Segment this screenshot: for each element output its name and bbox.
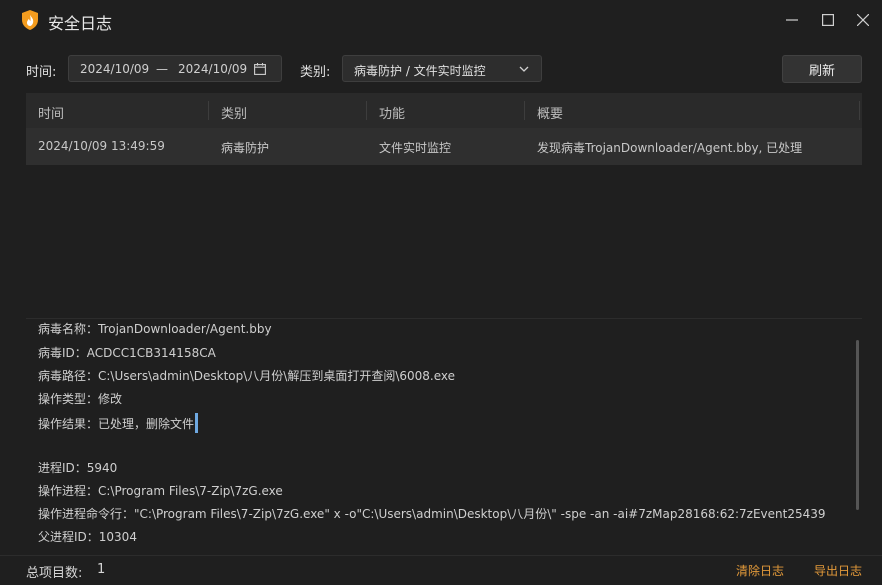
detail-line-text: 操作结果：已处理，删除文件 [38, 417, 195, 431]
log-table: 时间 类别 功能 概要 2024/10/09 13:49:59 病毒防护 文件实… [26, 93, 862, 165]
cell-function: 文件实时监控 [379, 141, 452, 155]
column-divider[interactable] [208, 101, 209, 120]
column-header-time[interactable]: 时间 [38, 103, 64, 122]
date-from[interactable]: 2024/10/09 [80, 62, 149, 76]
close-button[interactable] [849, 8, 877, 32]
total-count: 1 [97, 562, 106, 577]
chevron-down-icon [519, 66, 529, 72]
total-label: 总项目数: [26, 566, 83, 581]
detail-line: 操作进程命令行："C:\Program Files\7-Zip\7zG.exe"… [38, 507, 826, 521]
category-select[interactable]: 病毒防护 / 文件实时监控 [342, 55, 542, 82]
detail-line: 病毒名称：TrojanDownloader/Agent.bby [38, 322, 272, 336]
export-log-link[interactable]: 导出日志 [814, 562, 862, 579]
refresh-button[interactable]: 刷新 [782, 55, 862, 83]
table-row[interactable]: 2024/10/09 13:49:59 病毒防护 文件实时监控 发现病毒Troj… [26, 128, 862, 165]
date-range-picker[interactable]: 2024/10/09 — 2024/10/09 [68, 55, 282, 82]
table-header: 时间 类别 功能 概要 [26, 93, 862, 128]
text-caret [195, 413, 199, 433]
category-label: 类别: [300, 65, 331, 80]
detail-line: 病毒路径：C:\Users\admin\Desktop\八月份\解压到桌面打开查… [38, 369, 456, 383]
footer-bar: 总项目数: 1 清除日志 导出日志 [0, 555, 882, 585]
maximize-button[interactable] [814, 8, 842, 32]
detail-line: 病毒ID：ACDCC1CB314158CA [38, 346, 216, 360]
title-bar: 安全日志 [0, 0, 882, 40]
minimize-icon [786, 19, 798, 21]
column-divider[interactable] [524, 101, 525, 120]
date-separator: — [156, 62, 168, 76]
cell-category: 病毒防护 [221, 141, 270, 155]
clear-log-link[interactable]: 清除日志 [736, 562, 784, 579]
category-value: 病毒防护 / 文件实时监控 [354, 64, 486, 78]
shield-flame-icon [22, 10, 38, 30]
date-to[interactable]: 2024/10/09 [178, 62, 247, 76]
detail-line: 父进程ID：10304 [38, 530, 137, 543]
time-label: 时间: [26, 65, 57, 80]
calendar-icon[interactable] [254, 63, 266, 75]
cell-time: 2024/10/09 13:49:59 [38, 139, 165, 153]
detail-line-with-caret: 操作结果：已处理，删除文件 [38, 413, 199, 433]
column-header-function[interactable]: 功能 [379, 103, 405, 122]
column-header-summary[interactable]: 概要 [537, 103, 563, 122]
window-title: 安全日志 [48, 14, 113, 33]
cell-summary: 发现病毒TrojanDownloader/Agent.bby, 已处理 [537, 141, 803, 155]
detail-line: 操作类型：修改 [38, 392, 123, 406]
minimize-button[interactable] [778, 8, 806, 32]
detail-line: 进程ID：5940 [38, 461, 118, 475]
detail-scrollbar[interactable] [856, 340, 859, 510]
column-divider[interactable] [859, 101, 860, 120]
filter-bar: 时间: 2024/10/09 — 2024/10/09 类别: 病毒防护 / 文… [0, 54, 882, 84]
detail-panel[interactable]: 病毒名称：TrojanDownloader/Agent.bby 病毒ID：ACD… [26, 318, 862, 543]
maximize-icon [822, 14, 834, 26]
detail-line: 操作进程：C:\Program Files\7-Zip\7zG.exe [38, 484, 283, 498]
close-icon [857, 14, 869, 26]
column-header-category[interactable]: 类别 [221, 103, 247, 122]
column-divider[interactable] [366, 101, 367, 120]
